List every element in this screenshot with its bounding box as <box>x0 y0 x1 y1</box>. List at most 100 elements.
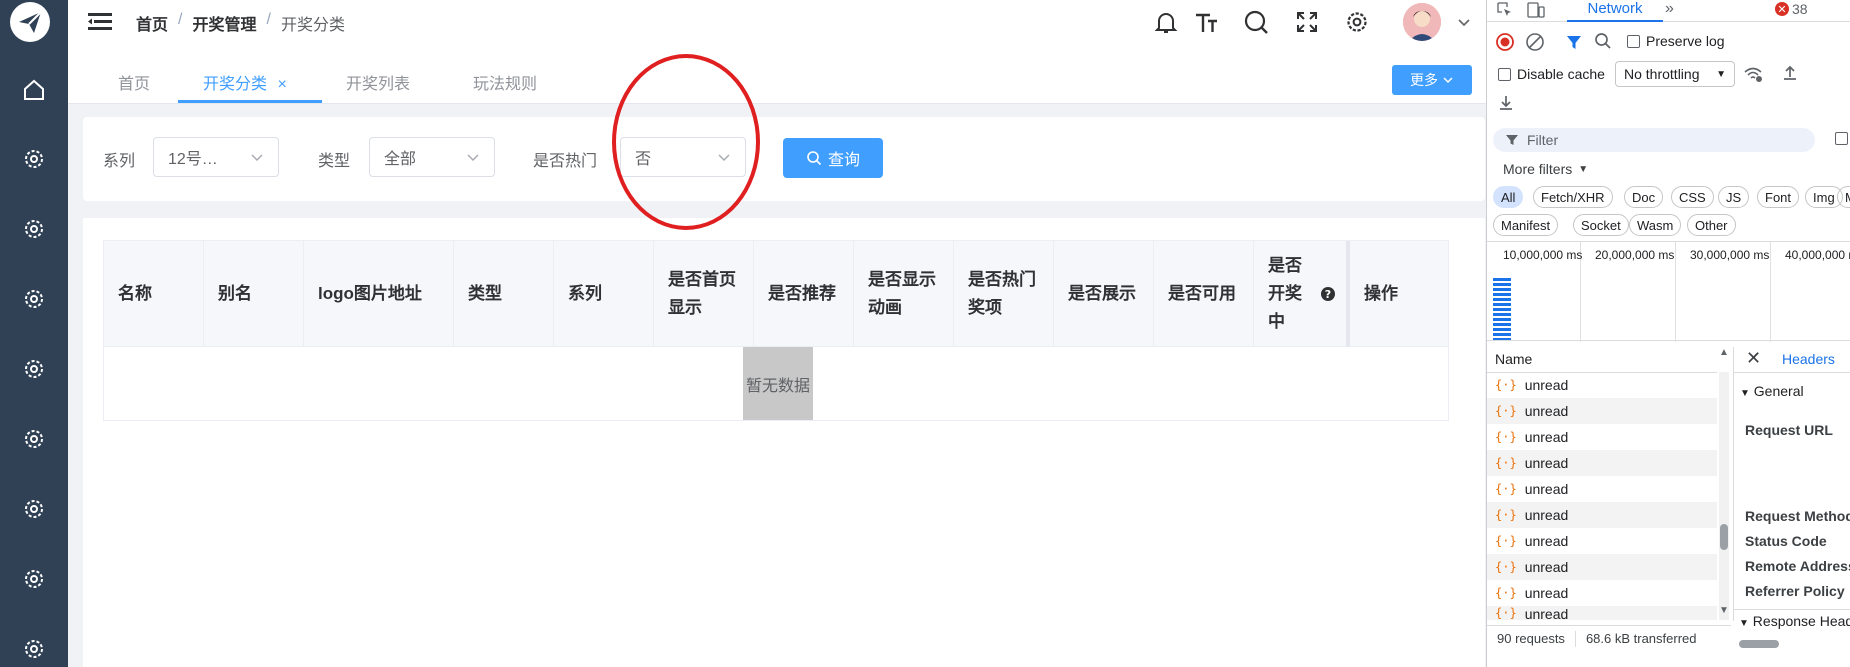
filter-chip-doc[interactable]: Doc <box>1624 186 1664 208</box>
tab-lottery-list[interactable]: 开奖列表 <box>346 70 410 94</box>
request-row[interactable]: {·} unread <box>1487 476 1717 502</box>
filter-chip-socket[interactable]: Socket <box>1573 214 1629 236</box>
avatar[interactable] <box>1403 3 1441 41</box>
type-select[interactable]: 全部 <box>369 137 495 177</box>
chevron-down-icon[interactable] <box>1450 8 1478 36</box>
fullscreen-icon[interactable] <box>1293 8 1321 36</box>
disable-cache-checkbox[interactable] <box>1498 68 1511 81</box>
filter-chip-manifest[interactable]: Manifest <box>1493 214 1559 236</box>
tab-lottery-category[interactable]: 开奖分类 × <box>203 70 287 94</box>
field-request-url: Request URL <box>1745 422 1833 438</box>
filter-chip-wasm[interactable]: Wasm <box>1629 214 1682 236</box>
request-row[interactable]: {·} unread <box>1487 580 1717 606</box>
gear-icon[interactable] <box>22 217 46 241</box>
filter-chip-fetch-xhr[interactable]: Fetch/XHR <box>1533 186 1613 208</box>
caret-down-icon: ▼ <box>1739 618 1749 629</box>
series-select[interactable]: 12号… <box>153 137 279 177</box>
gear-icon[interactable] <box>22 287 46 311</box>
filter-icon[interactable] <box>1565 33 1583 51</box>
app-logo-icon[interactable] <box>10 2 50 42</box>
tab-play-rules[interactable]: 玩法规则 <box>473 70 537 94</box>
throttling-select[interactable]: No throttling ▼ <box>1615 61 1735 87</box>
type-value: 全部 <box>384 151 417 168</box>
scroll-down-icon[interactable]: ▼ <box>1719 605 1729 616</box>
invert-checkbox[interactable] <box>1835 132 1848 145</box>
download-icon[interactable] <box>1497 94 1515 112</box>
general-section-toggle[interactable]: ▼ General <box>1740 383 1804 399</box>
menu-toggle-icon[interactable] <box>88 11 112 33</box>
upload-icon[interactable] <box>1781 64 1799 82</box>
more-button[interactable]: 更多 <box>1392 65 1472 95</box>
request-row[interactable]: {·} unread <box>1487 398 1717 424</box>
network-timeline[interactable]: 10,000,000 ms 20,000,000 ms 30,000,000 m… <box>1487 241 1850 342</box>
breadcrumb-separator: / <box>266 11 271 28</box>
type-label: 类型 <box>318 153 351 170</box>
home-icon[interactable] <box>22 78 46 102</box>
gear-icon[interactable] <box>22 637 46 661</box>
gear-icon[interactable] <box>22 567 46 591</box>
settings-icon[interactable] <box>1343 8 1371 36</box>
filter-chip-other[interactable]: Other <box>1687 214 1736 236</box>
query-button[interactable]: 查询 <box>783 138 883 178</box>
request-list-scrollbar[interactable] <box>1719 372 1729 620</box>
response-headers-toggle[interactable]: ▼ Response Head <box>1733 609 1850 629</box>
empty-placeholder: 暂无数据 <box>743 347 813 420</box>
filter-chip-css[interactable]: CSS <box>1671 186 1714 208</box>
active-tab-indicator <box>178 100 322 103</box>
field-remote-address: Remote Address <box>1745 558 1850 574</box>
devtools-tab-network[interactable]: Network <box>1567 0 1663 22</box>
details-tab-headers[interactable]: Headers <box>1782 351 1835 367</box>
timeline-gridline <box>1770 242 1771 342</box>
network-toolbar-2: Disable cache No throttling ▼ <box>1487 60 1850 110</box>
breadcrumb-section[interactable]: 开奖管理 <box>192 11 256 35</box>
horizontal-scrollbar-thumb[interactable] <box>1739 640 1779 648</box>
more-filters-label: More filters <box>1503 161 1573 177</box>
field-referrer-policy: Referrer Policy <box>1745 583 1845 599</box>
timeline-gridline <box>1675 242 1676 342</box>
name-column-header[interactable]: Name <box>1495 351 1532 367</box>
throttling-value: No throttling <box>1624 66 1700 82</box>
breadcrumb: 首页 / 开奖管理 / 开奖分类 <box>136 11 345 35</box>
scroll-up-icon[interactable]: ▲ <box>1719 347 1729 358</box>
inspect-element-icon[interactable] <box>1497 2 1513 18</box>
clear-icon[interactable] <box>1525 32 1545 52</box>
caret-down-icon: ▼ <box>1716 68 1726 80</box>
close-icon[interactable]: ✕ <box>1746 348 1761 369</box>
help-icon[interactable]: ? <box>1320 286 1336 302</box>
scrollbar-thumb[interactable] <box>1720 524 1728 550</box>
request-row[interactable]: {·} unread <box>1487 528 1717 554</box>
filter-chip-font[interactable]: Font <box>1757 186 1800 208</box>
request-row[interactable]: {·} unread <box>1487 502 1717 528</box>
preserve-log-checkbox[interactable] <box>1627 35 1640 48</box>
network-conditions-icon[interactable] <box>1743 65 1763 83</box>
search-icon[interactable] <box>1242 8 1270 36</box>
breadcrumb-home[interactable]: 首页 <box>136 11 168 35</box>
more-tabs-icon[interactable]: » <box>1665 0 1674 18</box>
font-size-icon[interactable] <box>1192 8 1220 36</box>
gear-icon[interactable] <box>22 147 46 171</box>
more-filters-button[interactable]: More filters ▼ <box>1503 161 1588 177</box>
device-toolbar-icon[interactable] <box>1527 2 1545 18</box>
filter-chip-js[interactable]: JS <box>1718 186 1750 208</box>
filter-icon <box>1506 135 1518 145</box>
tab-home[interactable]: 首页 <box>118 70 150 94</box>
filter-chip-all[interactable]: All <box>1493 186 1524 208</box>
request-row[interactable]: {·} unread <box>1487 606 1717 620</box>
tab-close-icon[interactable]: × <box>277 76 286 93</box>
request-row[interactable]: {·} unread <box>1487 424 1717 450</box>
gear-icon[interactable] <box>22 357 46 381</box>
record-stop-icon[interactable] <box>1495 32 1515 52</box>
search-icon[interactable] <box>1594 32 1612 50</box>
column-header: 是否展示 <box>1054 241 1154 347</box>
filter-panel: 系列 12号… 类型 全部 是否热门 否 查询 <box>83 117 1485 201</box>
gear-icon[interactable] <box>22 427 46 451</box>
request-row[interactable]: {·} unread <box>1487 372 1717 398</box>
error-count[interactable]: 38 <box>1792 1 1808 17</box>
bell-icon[interactable] <box>1152 8 1180 36</box>
request-row[interactable]: {·} unread <box>1487 554 1717 580</box>
column-header: 类型 <box>454 241 554 347</box>
chevron-down-icon <box>1443 77 1453 84</box>
gear-icon[interactable] <box>22 497 46 521</box>
request-row[interactable]: {·} unread <box>1487 450 1717 476</box>
filter-input[interactable]: Filter <box>1493 128 1815 152</box>
